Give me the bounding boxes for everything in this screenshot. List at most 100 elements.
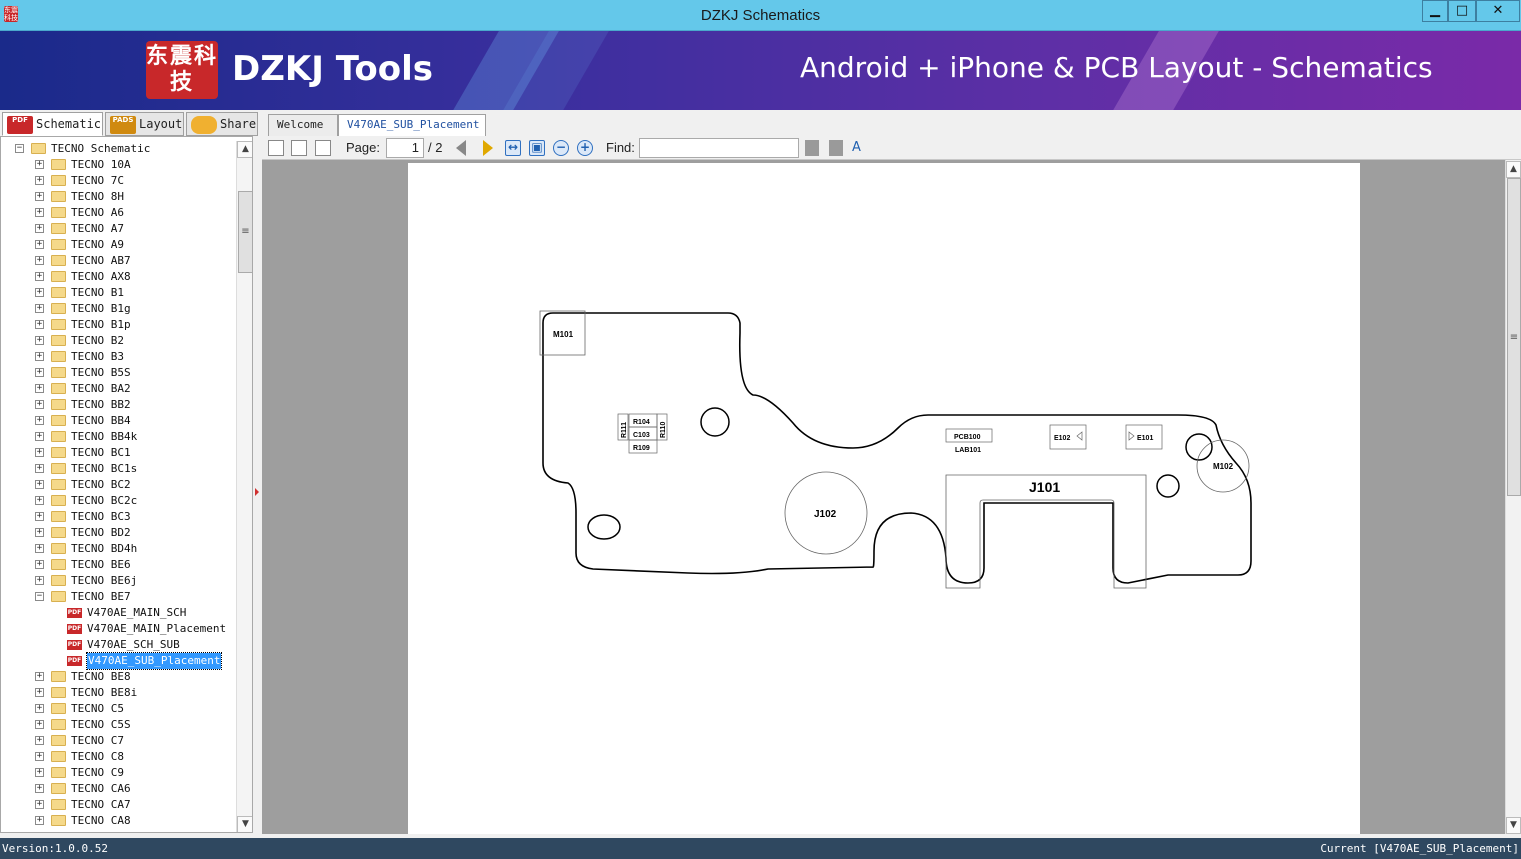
tree-folder-item[interactable]: + TECNO BC2 — [1, 477, 235, 493]
scroll-down-button[interactable]: ▼ — [237, 816, 252, 832]
expand-icon[interactable]: + — [35, 528, 44, 537]
tree-folder-item[interactable]: + TECNO B5S — [1, 365, 235, 381]
tree-folder-item[interactable]: + TECNO BB4k — [1, 429, 235, 445]
tree-folder-item[interactable]: − TECNO BE7 — [1, 589, 235, 605]
tree-file-item[interactable]: PDF V470AE_MAIN_Placement — [1, 621, 235, 637]
expand-icon[interactable]: + — [35, 816, 44, 825]
tree-folder-item[interactable]: + TECNO C8 — [1, 749, 235, 765]
expand-icon[interactable]: + — [35, 272, 44, 281]
tree-file-item[interactable]: PDF V470AE_MAIN_SCH — [1, 605, 235, 621]
tree-folder-item[interactable]: + TECNO B1p — [1, 317, 235, 333]
highlight-text-icon[interactable]: A — [852, 140, 868, 156]
find-input[interactable] — [639, 138, 799, 158]
previous-page-icon[interactable] — [456, 140, 466, 156]
tree-file-item[interactable]: PDF V470AE_SCH_SUB — [1, 637, 235, 653]
tree-folder-item[interactable]: + TECNO BD4h — [1, 541, 235, 557]
tree-folder-item[interactable]: + TECNO B3 — [1, 349, 235, 365]
tree-folder-item[interactable]: + TECNO 7C — [1, 173, 235, 189]
single-page-icon[interactable] — [268, 140, 284, 156]
scroll-up-button[interactable]: ▲ — [1506, 161, 1521, 178]
tab-share[interactable]: Share — [186, 112, 258, 136]
tree-folder-item[interactable]: + TECNO B2 — [1, 333, 235, 349]
scroll-thumb[interactable]: ≡ — [238, 191, 252, 273]
tree-folder-item[interactable]: + TECNO BB2 — [1, 397, 235, 413]
tree-folder-item[interactable]: + TECNO AB7 — [1, 253, 235, 269]
expand-icon[interactable]: + — [35, 304, 44, 313]
expand-icon[interactable]: + — [35, 240, 44, 249]
expand-icon[interactable]: + — [35, 288, 44, 297]
tree-root-item[interactable]: − TECNO Schematic — [1, 141, 235, 157]
expand-icon[interactable]: + — [35, 496, 44, 505]
tree-folder-item[interactable]: + TECNO BA2 — [1, 381, 235, 397]
expand-icon[interactable]: + — [35, 160, 44, 169]
expand-icon[interactable]: + — [35, 544, 44, 553]
tree-folder-item[interactable]: + TECNO B1 — [1, 285, 235, 301]
tree-folder-item[interactable]: + TECNO CA6 — [1, 781, 235, 797]
expand-icon[interactable]: + — [35, 176, 44, 185]
collapse-arrow-icon[interactable] — [255, 488, 259, 496]
expand-icon[interactable]: + — [35, 256, 44, 265]
expand-icon[interactable]: + — [35, 768, 44, 777]
tree-folder-item[interactable]: + TECNO CA7 — [1, 797, 235, 813]
expand-icon[interactable]: + — [35, 464, 44, 473]
tree-folder-item[interactable]: + TECNO C7 — [1, 733, 235, 749]
viewer-scrollbar[interactable]: ▲ ≡ ▼ — [1505, 160, 1521, 834]
tree-folder-item[interactable]: + TECNO C9 — [1, 765, 235, 781]
expand-icon[interactable]: + — [35, 192, 44, 201]
tree-folder-item[interactable]: + TECNO CA8 — [1, 813, 235, 829]
zoom-out-icon[interactable]: − — [553, 140, 569, 156]
scroll-up-button[interactable]: ▲ — [237, 141, 252, 158]
tree-folder-item[interactable]: + TECNO BC1s — [1, 461, 235, 477]
tab-layout[interactable]: PADS Layout — [105, 112, 184, 136]
tree-file-item[interactable]: PDF V470AE_SUB_Placement — [1, 652, 235, 670]
next-page-icon[interactable] — [483, 140, 493, 156]
fit-page-icon[interactable]: ▣ — [529, 140, 545, 156]
fit-width-icon[interactable]: ↔ — [505, 140, 521, 156]
collapse-icon[interactable]: − — [35, 592, 44, 601]
expand-icon[interactable]: + — [35, 720, 44, 729]
expand-icon[interactable]: + — [35, 560, 44, 569]
expand-icon[interactable]: + — [35, 368, 44, 377]
expand-icon[interactable]: + — [35, 576, 44, 585]
expand-icon[interactable]: + — [35, 800, 44, 809]
expand-icon[interactable]: + — [35, 688, 44, 697]
tree-folder-item[interactable]: + TECNO BC1 — [1, 445, 235, 461]
find-previous-icon[interactable] — [805, 140, 819, 156]
collapse-icon[interactable]: − — [15, 144, 24, 153]
tree-folder-item[interactable]: + TECNO BE6j — [1, 573, 235, 589]
tree-folder-item[interactable]: + TECNO A6 — [1, 205, 235, 221]
expand-icon[interactable]: + — [35, 704, 44, 713]
expand-icon[interactable]: + — [35, 672, 44, 681]
tree-folder-item[interactable]: + TECNO BD2 — [1, 525, 235, 541]
two-page-icon[interactable] — [291, 140, 307, 156]
tree-folder-item[interactable]: + TECNO BE8i — [1, 685, 235, 701]
expand-icon[interactable]: + — [35, 208, 44, 217]
tree-folder-item[interactable]: + TECNO C5 — [1, 701, 235, 717]
expand-icon[interactable]: + — [35, 400, 44, 409]
expand-icon[interactable]: + — [35, 336, 44, 345]
tree-folder-item[interactable]: + TECNO A9 — [1, 237, 235, 253]
expand-icon[interactable]: + — [35, 384, 44, 393]
expand-icon[interactable]: + — [35, 448, 44, 457]
expand-icon[interactable]: + — [35, 416, 44, 425]
tree-folder-item[interactable]: + TECNO BE8 — [1, 669, 235, 685]
tree-folder-item[interactable]: + TECNO 8H — [1, 189, 235, 205]
expand-icon[interactable]: + — [35, 752, 44, 761]
tree-folder-item[interactable]: + TECNO 10A — [1, 157, 235, 173]
page-number-input[interactable]: 1 — [386, 138, 424, 158]
tree-folder-item[interactable]: + TECNO BE6 — [1, 557, 235, 573]
tree-folder-item[interactable]: + TECNO BC2c — [1, 493, 235, 509]
expand-icon[interactable]: + — [35, 352, 44, 361]
scroll-thumb[interactable]: ≡ — [1507, 178, 1521, 496]
find-next-icon[interactable] — [829, 140, 843, 156]
expand-icon[interactable]: + — [35, 784, 44, 793]
tab-welcome[interactable]: Welcome — [268, 114, 338, 136]
expand-icon[interactable]: + — [35, 736, 44, 745]
expand-icon[interactable]: + — [35, 432, 44, 441]
expand-icon[interactable]: + — [35, 320, 44, 329]
scroll-down-button[interactable]: ▼ — [1506, 817, 1521, 834]
expand-icon[interactable]: + — [35, 480, 44, 489]
expand-icon[interactable]: + — [35, 512, 44, 521]
maximize-button[interactable]: □ — [1448, 0, 1476, 22]
minimize-button[interactable]: ▁ — [1422, 0, 1448, 22]
